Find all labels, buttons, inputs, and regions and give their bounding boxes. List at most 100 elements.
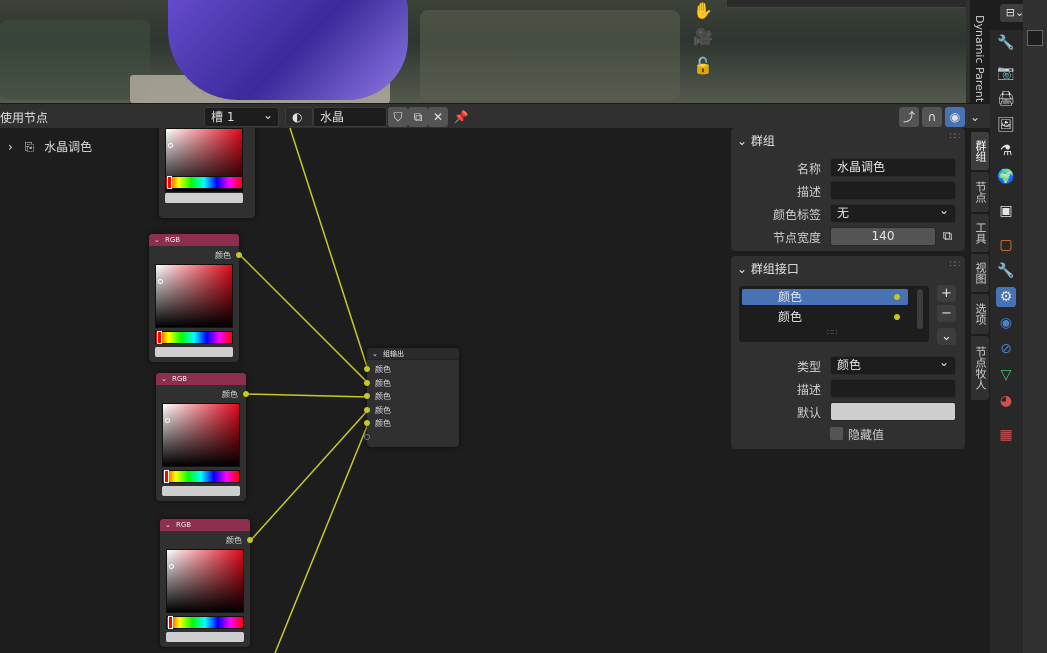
hue-slider-handle[interactable]: [167, 176, 172, 189]
hue-slider[interactable]: [155, 331, 233, 344]
physics-icon[interactable]: ◉: [996, 313, 1016, 333]
world-icon[interactable]: 🌍: [996, 167, 1016, 187]
tab-view[interactable]: 视图: [971, 254, 989, 292]
tab-tool[interactable]: 工具: [971, 214, 989, 252]
hue-slider-handle[interactable]: [164, 470, 169, 483]
camera-icon[interactable]: 🎥: [692, 26, 714, 48]
slot-dropdown[interactable]: 槽 1 ⌄: [204, 107, 279, 127]
node-header[interactable]: ⌄ RGB: [149, 234, 239, 246]
rgb-node-2[interactable]: ⌄ RGB 颜色: [149, 234, 242, 362]
description-field[interactable]: [830, 181, 956, 200]
hue-slider[interactable]: [162, 470, 240, 483]
hue-slider-handle[interactable]: [157, 331, 162, 344]
dynamic-parent-tab[interactable]: Dynamic Parent: [973, 15, 986, 102]
color-picker-field[interactable]: [162, 403, 240, 467]
constraints-icon[interactable]: ⊘: [996, 339, 1016, 359]
default-color-swatch[interactable]: [830, 402, 956, 421]
material-browse-button[interactable]: ◐: [285, 107, 313, 127]
empty-input-socket[interactable]: [364, 434, 370, 440]
type-dropdown[interactable]: 颜色: [830, 354, 956, 375]
color-picker-cursor[interactable]: [168, 143, 173, 148]
output-socket[interactable]: [247, 537, 253, 543]
socket-description-field[interactable]: [830, 379, 956, 398]
color-picker-field[interactable]: [155, 264, 233, 328]
parent-node-tree-icon[interactable]: ⤴: [899, 107, 919, 127]
node-width-field[interactable]: 140: [830, 227, 936, 246]
use-nodes-label[interactable]: 使用节点: [0, 109, 48, 126]
overlay-toggle-icon[interactable]: ◉: [945, 107, 965, 127]
object-icon[interactable]: ▢: [996, 235, 1016, 255]
collection-icon[interactable]: ▣: [996, 201, 1016, 221]
rgb-node-3[interactable]: ⌄ RGB 颜色: [156, 373, 249, 501]
hue-slider-handle[interactable]: [168, 616, 173, 629]
collapse-chevron-icon[interactable]: ⌄: [165, 519, 171, 531]
material-icon[interactable]: ◕: [996, 391, 1016, 411]
value-slider[interactable]: [155, 347, 233, 357]
input-socket[interactable]: [364, 366, 370, 372]
texture-checker-icon[interactable]: ▦: [996, 425, 1016, 445]
list-resize-grip-icon[interactable]: ∷∷: [827, 328, 837, 337]
reset-width-icon[interactable]: ⧉: [938, 228, 957, 245]
panel-header[interactable]: ⌄ 群组接口: [737, 260, 799, 277]
value-slider[interactable]: [162, 486, 240, 496]
input-socket[interactable]: [364, 380, 370, 386]
maximize-icon[interactable]: [1027, 30, 1043, 46]
group-output-node[interactable]: ⌄ 组输出 颜色 颜色 颜色 颜色 颜色: [364, 348, 459, 447]
collapse-chevron-icon[interactable]: ⌄: [372, 348, 378, 360]
color-picker-field[interactable]: [166, 549, 244, 613]
tab-node[interactable]: 节点: [971, 172, 989, 212]
rgb-node-1[interactable]: [159, 128, 255, 218]
node-header[interactable]: ⌄ 组输出: [367, 348, 459, 360]
material-name-field[interactable]: 水晶: [313, 107, 387, 127]
view-layer-icon[interactable]: 🖼: [996, 115, 1016, 135]
list-scrollbar[interactable]: [917, 289, 923, 329]
add-socket-button[interactable]: +: [937, 285, 956, 302]
list-item[interactable]: 颜色: [742, 309, 908, 325]
overlay-dropdown-chevron-icon[interactable]: ⌄: [965, 107, 985, 127]
unlink-close-icon[interactable]: ✕: [428, 107, 448, 127]
output-socket[interactable]: [243, 391, 249, 397]
3d-viewport[interactable]: ✋ 🎥 🔓: [0, 0, 970, 103]
duplicate-material-icon[interactable]: ⧉: [408, 107, 428, 127]
pin-icon[interactable]: 📌: [451, 107, 471, 127]
drag-grip-icon[interactable]: ∷∷: [950, 132, 961, 142]
tab-node-wrangler[interactable]: 节点牧人: [971, 336, 989, 400]
interface-list[interactable]: 颜色 颜色 ∷∷: [739, 286, 929, 342]
node-header[interactable]: ⌄ RGB: [156, 373, 246, 385]
color-picker-cursor[interactable]: [158, 279, 163, 284]
value-slider[interactable]: [165, 193, 243, 203]
list-item[interactable]: 颜色: [742, 289, 908, 305]
data-mesh-icon[interactable]: ▽: [996, 365, 1016, 385]
tool-icon[interactable]: 🔧: [996, 33, 1016, 53]
node-tree-icon[interactable]: ⚙: [996, 287, 1016, 307]
hand-pan-icon[interactable]: ✋: [692, 0, 714, 22]
input-socket[interactable]: [364, 420, 370, 426]
input-socket[interactable]: [364, 393, 370, 399]
expand-chevron-icon[interactable]: ›: [8, 140, 13, 154]
color-picker-cursor[interactable]: [169, 564, 174, 569]
value-slider[interactable]: [166, 632, 244, 642]
tab-group[interactable]: 群组: [971, 132, 989, 170]
color-tag-dropdown[interactable]: 无: [830, 202, 956, 223]
output-icon[interactable]: 🖨: [996, 89, 1016, 109]
remove-socket-button[interactable]: −: [937, 305, 956, 322]
modifier-wrench-icon[interactable]: 🔧: [996, 261, 1016, 281]
rgb-node-4[interactable]: ⌄ RGB 颜色: [160, 519, 253, 647]
input-socket[interactable]: [364, 407, 370, 413]
lock-icon[interactable]: 🔓: [692, 55, 714, 77]
node-header[interactable]: ⌄ RGB: [160, 519, 250, 531]
color-picker-cursor[interactable]: [165, 418, 170, 423]
tab-options[interactable]: 选项: [971, 294, 989, 334]
snap-icon[interactable]: ∩: [922, 107, 942, 127]
drag-grip-icon[interactable]: ∷∷: [950, 260, 961, 270]
hide-value-checkbox[interactable]: [830, 427, 843, 440]
hue-slider[interactable]: [166, 616, 244, 629]
collapse-chevron-icon[interactable]: ⌄: [161, 373, 167, 385]
output-socket[interactable]: [236, 252, 242, 258]
socket-specials-menu-chevron-icon[interactable]: ⌄: [937, 328, 956, 345]
name-field[interactable]: 水晶调色: [830, 158, 956, 177]
fake-user-shield-icon[interactable]: ⛉: [388, 107, 408, 127]
node-tree-outliner-item[interactable]: › ⎘ 水晶调色: [8, 138, 92, 155]
scene-icon[interactable]: ⚗: [996, 141, 1016, 161]
collapse-chevron-icon[interactable]: ⌄: [154, 234, 160, 246]
